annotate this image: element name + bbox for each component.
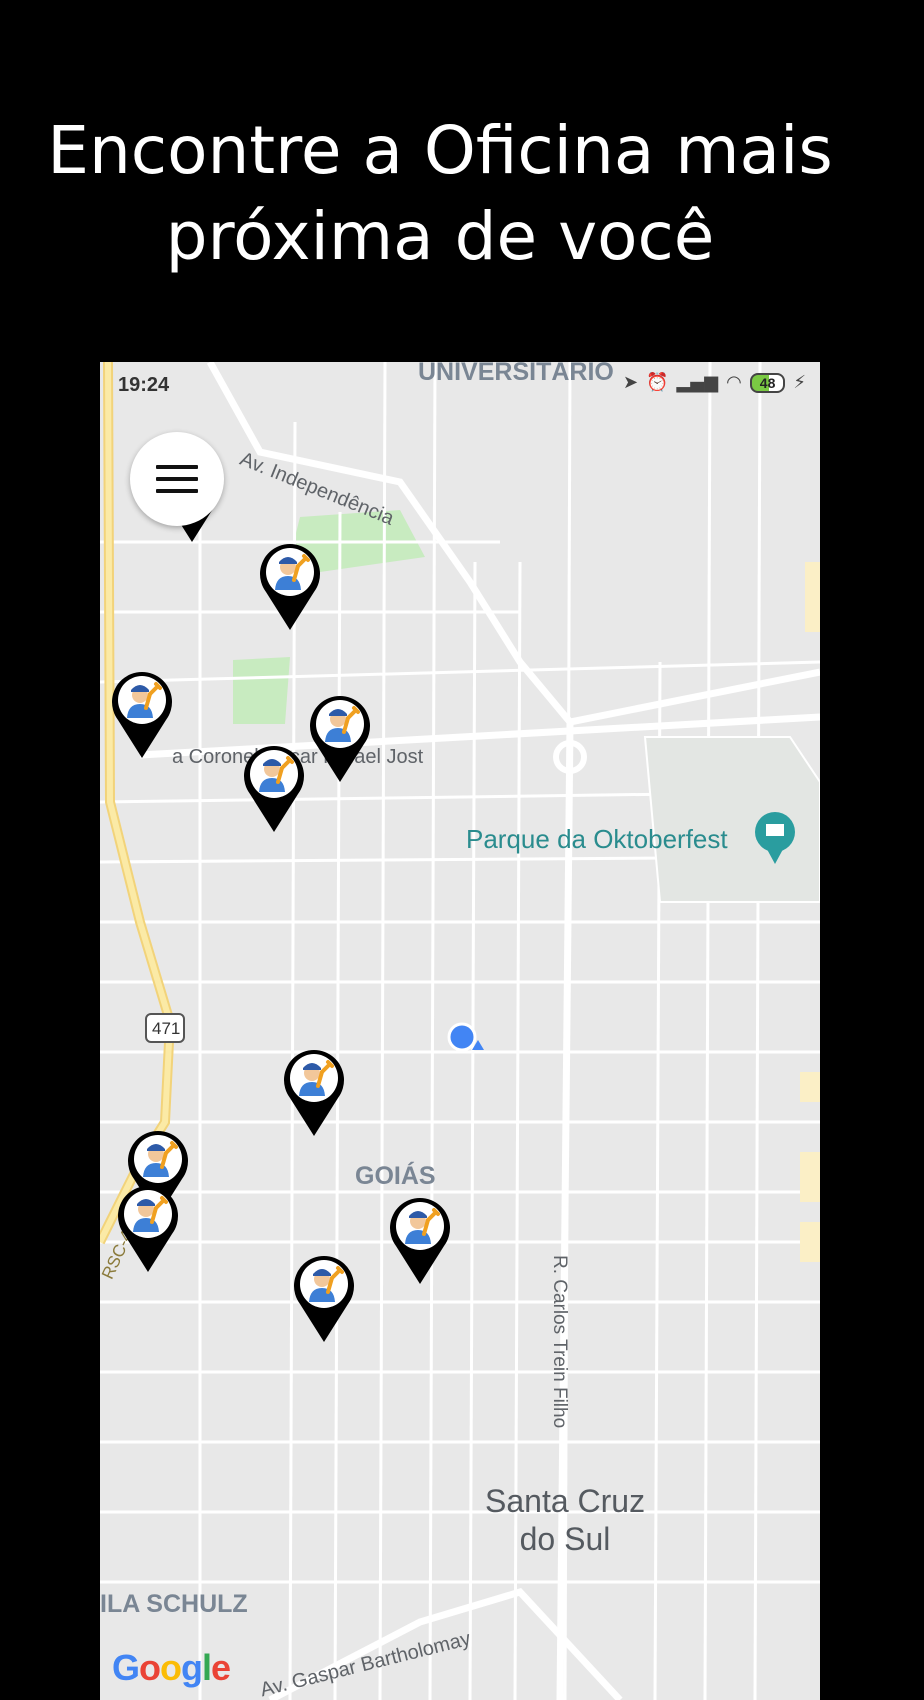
workshop-marker[interactable] — [242, 742, 306, 834]
map-label-santa-cruz-line1: Santa Cruz — [485, 1483, 646, 1519]
map-label-route-471: 471 — [152, 1019, 181, 1038]
mechanic-pin-icon — [310, 696, 370, 782]
map-label-santa-cruz: Santa Cruz do Sul — [485, 1482, 645, 1558]
map-label-goias: GOIÁS — [355, 1162, 436, 1190]
menu-button[interactable] — [130, 432, 224, 526]
map-label-carlos-trein: R. Carlos Trein Filho — [549, 1255, 570, 1429]
charging-icon: ⚡ — [793, 372, 806, 393]
workshop-marker[interactable] — [388, 1194, 452, 1286]
wifi-icon: ◠ — [726, 372, 742, 393]
workshop-marker[interactable] — [110, 668, 174, 760]
signal-icon: ▂▄▆ — [676, 372, 719, 393]
workshop-marker[interactable] — [292, 1252, 356, 1344]
workshop-marker[interactable] — [308, 692, 372, 784]
battery-icon: 48 — [749, 372, 786, 393]
alarm-icon: ⏰ — [646, 372, 669, 393]
mechanic-pin-icon — [294, 1256, 354, 1342]
status-time: 19:24 — [118, 374, 170, 396]
workshop-marker[interactable] — [116, 1182, 180, 1274]
map-label-santa-cruz-line2: do Sul — [519, 1521, 611, 1557]
map-canvas[interactable] — [100, 362, 820, 1700]
headline-line-2: próxima de você — [165, 198, 715, 275]
google-logo: Google — [112, 1647, 231, 1688]
map-label-parque-oktoberfest: Parque da Oktoberfest — [466, 824, 728, 854]
map-label-vila-schulz: ILA SCHULZ — [100, 1590, 248, 1618]
status-bar: 19:24 ➤ ⏰ ▂▄▆ ◠ 48 ⚡ — [100, 362, 820, 408]
hamburger-menu-icon — [156, 465, 198, 493]
phone-screenshot: UNIVERSITÁRIO Av. Independência a Corone… — [100, 362, 820, 1700]
workshop-marker[interactable] — [282, 1046, 346, 1138]
workshop-marker[interactable] — [258, 540, 322, 632]
mechanic-pin-icon — [390, 1198, 450, 1284]
location-arrow-icon: ➤ — [623, 372, 639, 393]
mechanic-pin-icon — [118, 1186, 178, 1272]
headline-line-1: Encontre a Oficina mais — [47, 112, 833, 189]
headline: Encontre a Oficina mais próxima de você — [0, 108, 880, 280]
status-icons: ➤ ⏰ ▂▄▆ ◠ 48 ⚡ — [623, 372, 806, 393]
mechanic-pin-icon — [112, 672, 172, 758]
mechanic-pin-icon — [260, 544, 320, 630]
mechanic-pin-icon — [244, 746, 304, 832]
mechanic-pin-icon — [284, 1050, 344, 1136]
